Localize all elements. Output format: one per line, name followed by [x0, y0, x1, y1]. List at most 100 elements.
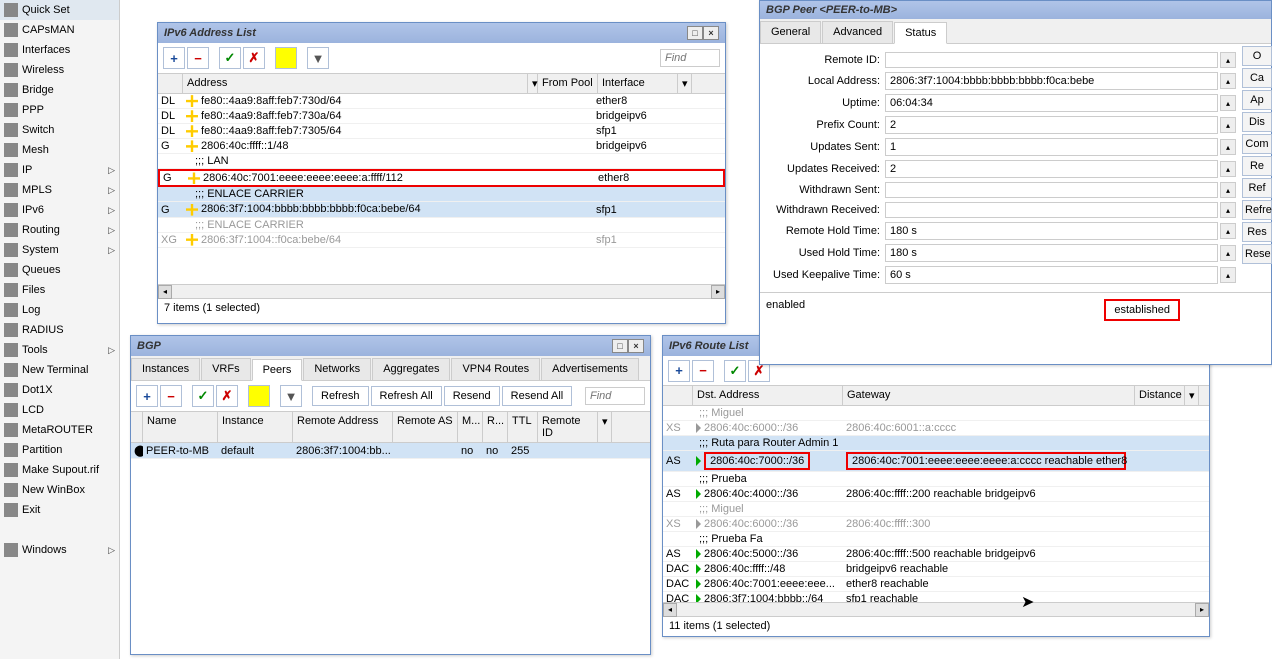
table-row[interactable]: XS 2806:40c:6000::/362806:40c:6001::a:cc…: [663, 421, 1209, 436]
tab[interactable]: Status: [894, 22, 947, 44]
sidebar-item[interactable]: Dot1X: [0, 380, 119, 400]
col-instance[interactable]: Instance: [218, 412, 293, 442]
col-remote-as[interactable]: Remote AS: [393, 412, 458, 442]
table-row[interactable]: DAC 2806:40c:7001:eeee:eee...ether8 reac…: [663, 577, 1209, 592]
table-row[interactable]: AS 2806:40c:5000::/362806:40c:ffff::500 …: [663, 547, 1209, 562]
filter-button[interactable]: ▼: [280, 385, 302, 407]
sidebar-item[interactable]: MPLS▷: [0, 180, 119, 200]
remove-button[interactable]: −: [692, 360, 714, 382]
table-row[interactable]: XG 2806:3f7:1004::f0ca:bebe/64sfp1: [158, 233, 725, 248]
window-max-button[interactable]: □: [687, 26, 703, 40]
dialog-button[interactable]: O: [1242, 46, 1272, 66]
comment-row[interactable]: ;;; ENLACE CARRIER: [158, 187, 725, 202]
table-row[interactable]: AS 2806:40c:4000::/362806:40c:ffff::200 …: [663, 487, 1209, 502]
sidebar-item[interactable]: MetaROUTER: [0, 420, 119, 440]
disable-button[interactable]: ✗: [216, 385, 238, 407]
sidebar-item[interactable]: Routing▷: [0, 220, 119, 240]
add-button[interactable]: +: [136, 385, 158, 407]
hscrollbar[interactable]: ◂▸: [663, 602, 1209, 616]
sidebar-item[interactable]: Wireless: [0, 60, 119, 80]
refresh-all-button[interactable]: Refresh All: [371, 386, 442, 406]
window-close-button[interactable]: ×: [628, 339, 644, 353]
col-name[interactable]: Name: [143, 412, 218, 442]
table-row[interactable]: DAC 2806:3f7:1004:bbbb::/64sfp1 reachabl…: [663, 592, 1209, 602]
resend-button[interactable]: Resend: [444, 386, 500, 406]
table-row[interactable]: DL fe80::4aa9:8aff:feb7:730a/64bridgeipv…: [158, 109, 725, 124]
hscrollbar[interactable]: ◂▸: [158, 284, 725, 298]
col-m[interactable]: M...: [458, 412, 483, 442]
dialog-button[interactable]: Ca: [1242, 68, 1272, 88]
col-from-pool[interactable]: From Pool: [538, 74, 598, 93]
sidebar-item[interactable]: Windows▷: [0, 540, 119, 560]
sidebar-item[interactable]: Switch: [0, 120, 119, 140]
dialog-button[interactable]: Dis: [1242, 112, 1272, 132]
dialog-button[interactable]: Re: [1242, 156, 1272, 176]
sidebar-item[interactable]: PPP: [0, 100, 119, 120]
comment-row[interactable]: ;;; Miguel: [663, 502, 1209, 517]
sidebar-item[interactable]: RADIUS: [0, 320, 119, 340]
tab[interactable]: Advertisements: [541, 358, 639, 380]
field-up-button[interactable]: ▴: [1220, 202, 1236, 218]
field-up-button[interactable]: ▴: [1220, 73, 1236, 89]
sidebar-item[interactable]: IP▷: [0, 160, 119, 180]
tab[interactable]: Peers: [252, 359, 303, 381]
comment-row[interactable]: ;;; Miguel: [663, 406, 1209, 421]
comment-row[interactable]: ;;; LAN: [158, 154, 725, 169]
field-up-button[interactable]: ▴: [1220, 182, 1236, 198]
table-row[interactable]: G 2806:40c:7001:eeee:eeee:eeee:a:ffff/11…: [158, 169, 725, 187]
find-input[interactable]: [660, 49, 720, 67]
col-gateway[interactable]: Gateway: [843, 386, 1135, 405]
dialog-button[interactable]: Refre: [1242, 200, 1272, 220]
dialog-button[interactable]: Com: [1242, 134, 1272, 154]
comment-button[interactable]: [275, 47, 297, 69]
tab[interactable]: Aggregates: [372, 358, 450, 380]
disable-button[interactable]: ✗: [243, 47, 265, 69]
sidebar-item[interactable]: LCD: [0, 400, 119, 420]
comment-row[interactable]: ;;; Prueba: [663, 472, 1209, 487]
field-up-button[interactable]: ▴: [1220, 245, 1236, 261]
tab[interactable]: Advanced: [822, 21, 893, 43]
sidebar-item[interactable]: IPv6▷: [0, 200, 119, 220]
sidebar-item[interactable]: Make Supout.rif: [0, 460, 119, 480]
sidebar-item[interactable]: Queues: [0, 260, 119, 280]
col-dst-address[interactable]: Dst. Address: [693, 386, 843, 405]
col-more[interactable]: ▾: [1185, 386, 1199, 405]
sidebar-item[interactable]: Exit: [0, 500, 119, 520]
sidebar-item[interactable]: System▷: [0, 240, 119, 260]
col-address[interactable]: Address: [183, 74, 528, 93]
col-more[interactable]: ▾: [678, 74, 692, 93]
table-row[interactable]: XS 2806:40c:6000::/362806:40c:ffff::300: [663, 517, 1209, 532]
col-interface[interactable]: Interface: [598, 74, 678, 93]
sidebar-item[interactable]: Log: [0, 300, 119, 320]
refresh-button[interactable]: Refresh: [312, 386, 369, 406]
dialog-button[interactable]: Ap: [1242, 90, 1272, 110]
comment-button[interactable]: [248, 385, 270, 407]
window-title-bar[interactable]: IPv6 Address List □ ×: [158, 23, 725, 43]
col-remote-id[interactable]: Remote ID: [538, 412, 598, 442]
window-max-button[interactable]: □: [612, 339, 628, 353]
comment-row[interactable]: ;;; Prueba Fa: [663, 532, 1209, 547]
tab[interactable]: Instances: [131, 358, 200, 380]
sidebar-item[interactable]: Bridge: [0, 80, 119, 100]
window-close-button[interactable]: ×: [703, 26, 719, 40]
sidebar-item[interactable]: Quick Set: [0, 0, 119, 20]
sidebar-item[interactable]: Interfaces: [0, 40, 119, 60]
col-dropdown[interactable]: ▾: [528, 74, 538, 93]
tab[interactable]: General: [760, 21, 821, 43]
dialog-button[interactable]: Res: [1242, 222, 1272, 242]
enable-button[interactable]: ✓: [192, 385, 214, 407]
sidebar-item[interactable]: CAPsMAN: [0, 20, 119, 40]
col-r[interactable]: R...: [483, 412, 508, 442]
sidebar-item[interactable]: Mesh: [0, 140, 119, 160]
find-input[interactable]: [585, 387, 645, 405]
window-title-bar[interactable]: BGP □×: [131, 336, 650, 356]
col-remote-address[interactable]: Remote Address: [293, 412, 393, 442]
remove-button[interactable]: −: [187, 47, 209, 69]
table-row[interactable]: DL fe80::4aa9:8aff:feb7:7305/64sfp1: [158, 124, 725, 139]
sidebar-item[interactable]: New Terminal: [0, 360, 119, 380]
dialog-button[interactable]: Rese: [1242, 244, 1272, 264]
field-up-button[interactable]: ▴: [1220, 117, 1236, 133]
field-up-button[interactable]: ▴: [1220, 52, 1236, 68]
sidebar-item[interactable]: Tools▷: [0, 340, 119, 360]
table-row[interactable]: G 2806:40c:ffff::1/48bridgeipv6: [158, 139, 725, 154]
